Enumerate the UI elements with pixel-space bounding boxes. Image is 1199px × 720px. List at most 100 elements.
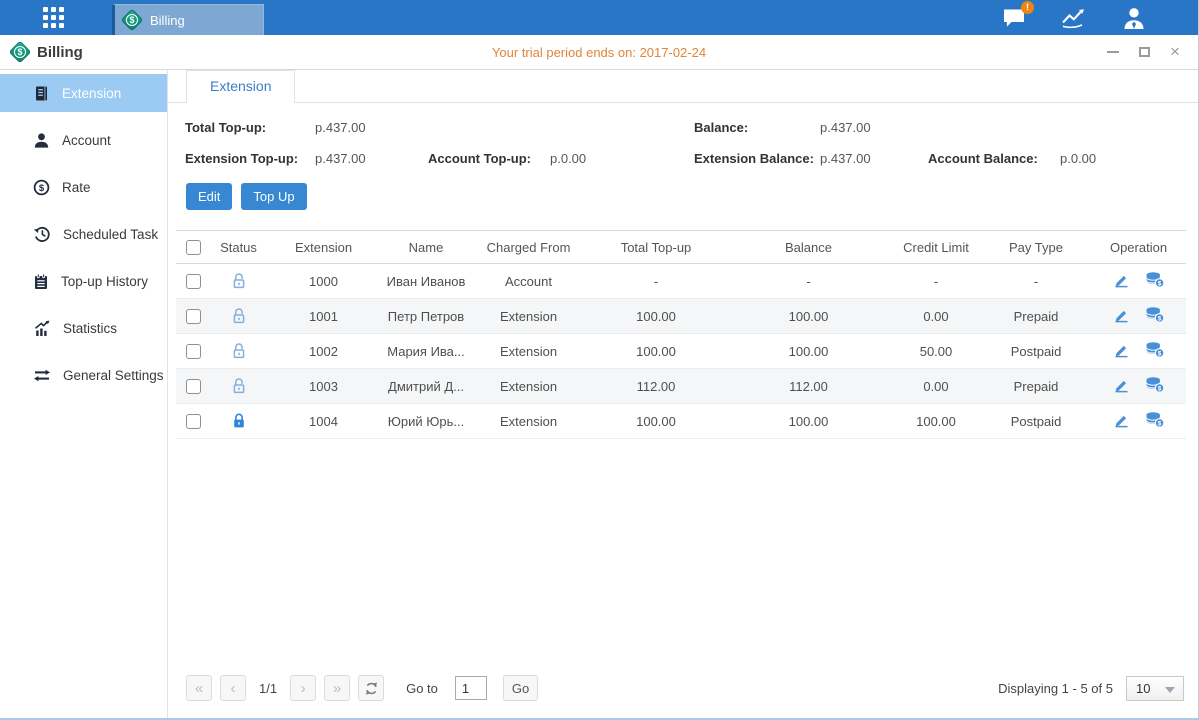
sidebar-item-statistics[interactable]: Statistics <box>0 309 167 347</box>
page-indicator: 1/1 <box>259 681 277 696</box>
extension-cell: 1003 <box>266 369 381 404</box>
close-button[interactable]: × <box>1168 45 1182 59</box>
maximize-button[interactable] <box>1137 45 1151 59</box>
operation-cell: $ <box>1091 299 1186 334</box>
col-pay-type: Pay Type <box>981 231 1091 264</box>
account-balance-value: p.0.00 <box>1060 148 1198 170</box>
sidebar-item-general-settings[interactable]: General Settings <box>0 356 167 394</box>
prev-page-button[interactable]: ‹ <box>220 675 246 701</box>
row-checkbox[interactable] <box>186 379 201 394</box>
balance-value: p.437.00 <box>820 117 928 139</box>
col-charged-from: Charged From <box>471 231 586 264</box>
first-page-button[interactable]: « <box>186 675 212 701</box>
billing-app-icon: $ <box>122 10 142 30</box>
sidebar-item-label: Scheduled Task <box>63 227 158 242</box>
row-checkbox[interactable] <box>186 274 201 289</box>
next-page-button[interactable]: › <box>290 675 316 701</box>
col-total-topup: Total Top-up <box>586 231 726 264</box>
page-size-value: 10 <box>1136 681 1150 696</box>
balance-cell: 100.00 <box>726 404 891 439</box>
charged-from-cell: Extension <box>471 404 586 439</box>
operation-cell: $ <box>1091 369 1186 404</box>
notifications-button[interactable]: ! <box>1000 5 1028 31</box>
pay-type-cell: Postpaid <box>981 404 1091 439</box>
edit-button[interactable]: Edit <box>186 183 232 210</box>
balance-cell: - <box>726 264 891 299</box>
svg-text:$: $ <box>1157 351 1161 358</box>
goto-page-input[interactable] <box>455 676 487 700</box>
displaying-status: Displaying 1 - 5 of 5 <box>998 681 1113 696</box>
last-page-button[interactable]: » <box>324 675 350 701</box>
sidebar: Extension Account $ Rate <box>0 70 168 718</box>
notepad-icon <box>33 273 49 290</box>
svg-text:$: $ <box>39 183 45 194</box>
tabbar: Extension <box>168 70 1198 103</box>
pay-type-cell: Postpaid <box>981 334 1091 369</box>
topbar: $ Billing ! <box>0 0 1198 35</box>
balance-label: Balance: <box>694 117 820 139</box>
row-edit-icon[interactable] <box>1113 377 1130 393</box>
top-up-button[interactable]: Top Up <box>241 183 306 210</box>
ledger-icon <box>33 85 50 102</box>
sidebar-item-scheduled-task[interactable]: Scheduled Task <box>0 215 167 253</box>
pay-type-cell: Prepaid <box>981 369 1091 404</box>
extension-table: Status Extension Name Charged From Total… <box>176 230 1186 439</box>
select-all-checkbox[interactable] <box>186 240 201 255</box>
extension-cell: 1002 <box>266 334 381 369</box>
row-topup-icon[interactable]: $ <box>1145 376 1165 393</box>
minimize-button[interactable] <box>1106 45 1120 59</box>
window-controls: × <box>1106 45 1198 59</box>
row-topup-icon[interactable]: $ <box>1145 341 1165 358</box>
sidebar-item-topup-history[interactable]: Top-up History <box>0 262 167 300</box>
sidebar-item-account[interactable]: Account <box>0 121 167 159</box>
col-name: Name <box>381 231 471 264</box>
row-edit-icon[interactable] <box>1113 307 1130 323</box>
go-button[interactable]: Go <box>503 675 538 701</box>
topbar-actions: ! <box>1000 5 1198 31</box>
titlebar: $ Billing Your trial period ends on: 201… <box>0 35 1198 70</box>
lock-closed-icon <box>231 412 247 430</box>
svg-text:$: $ <box>1157 281 1161 288</box>
extension-balance-label: Extension Balance: <box>694 148 820 170</box>
row-topup-icon[interactable]: $ <box>1145 306 1165 323</box>
sidebar-item-rate[interactable]: $ Rate <box>0 168 167 206</box>
page-size-select[interactable]: 10 <box>1126 676 1184 701</box>
svg-text:$: $ <box>1157 316 1161 323</box>
refresh-button[interactable] <box>358 675 384 701</box>
billing-title-icon: $ <box>10 42 30 62</box>
app-grid-button[interactable] <box>36 1 70 35</box>
row-checkbox[interactable] <box>186 344 201 359</box>
sidebar-item-label: Top-up History <box>61 274 148 289</box>
row-checkbox[interactable] <box>186 414 201 429</box>
dollar-circle-icon: $ <box>33 179 50 196</box>
extension-cell: 1004 <box>266 404 381 439</box>
table-actions: Edit Top Up <box>168 170 1198 230</box>
line-chart-icon <box>1061 7 1088 29</box>
balance-cell: 112.00 <box>726 369 891 404</box>
credit-limit-cell: 50.00 <box>891 334 981 369</box>
tab-extension[interactable]: Extension <box>186 70 295 103</box>
row-topup-icon[interactable]: $ <box>1145 271 1165 288</box>
pay-type-cell: Prepaid <box>981 299 1091 334</box>
row-edit-icon[interactable] <box>1113 272 1130 288</box>
statistics-shortcut-button[interactable] <box>1060 5 1088 31</box>
user-menu-button[interactable] <box>1120 5 1148 31</box>
row-topup-icon[interactable]: $ <box>1145 411 1165 428</box>
row-edit-icon[interactable] <box>1113 412 1130 428</box>
taskbar-tab-billing[interactable]: $ Billing <box>112 4 264 35</box>
row-edit-icon[interactable] <box>1113 342 1130 358</box>
total-topup-cell: 100.00 <box>586 334 726 369</box>
app-grid-icon <box>43 7 64 28</box>
status-cell <box>211 334 266 369</box>
extension-cell: 1000 <box>266 264 381 299</box>
billing-summary: Total Top-up: p.437.00 Balance: p.437.00… <box>168 103 1198 170</box>
total-topup-cell: 100.00 <box>586 404 726 439</box>
pagination-bar: « ‹ 1/1 › » Go to Go <box>168 675 1198 718</box>
user-icon <box>1121 6 1147 30</box>
row-checkbox[interactable] <box>186 309 201 324</box>
extension-topup-label: Extension Top-up: <box>185 148 315 170</box>
operation-cell: $ <box>1091 264 1186 299</box>
sidebar-item-extension[interactable]: Extension <box>0 74 167 112</box>
taskbar-tab-label: Billing <box>150 13 185 28</box>
charged-from-cell: Account <box>471 264 586 299</box>
